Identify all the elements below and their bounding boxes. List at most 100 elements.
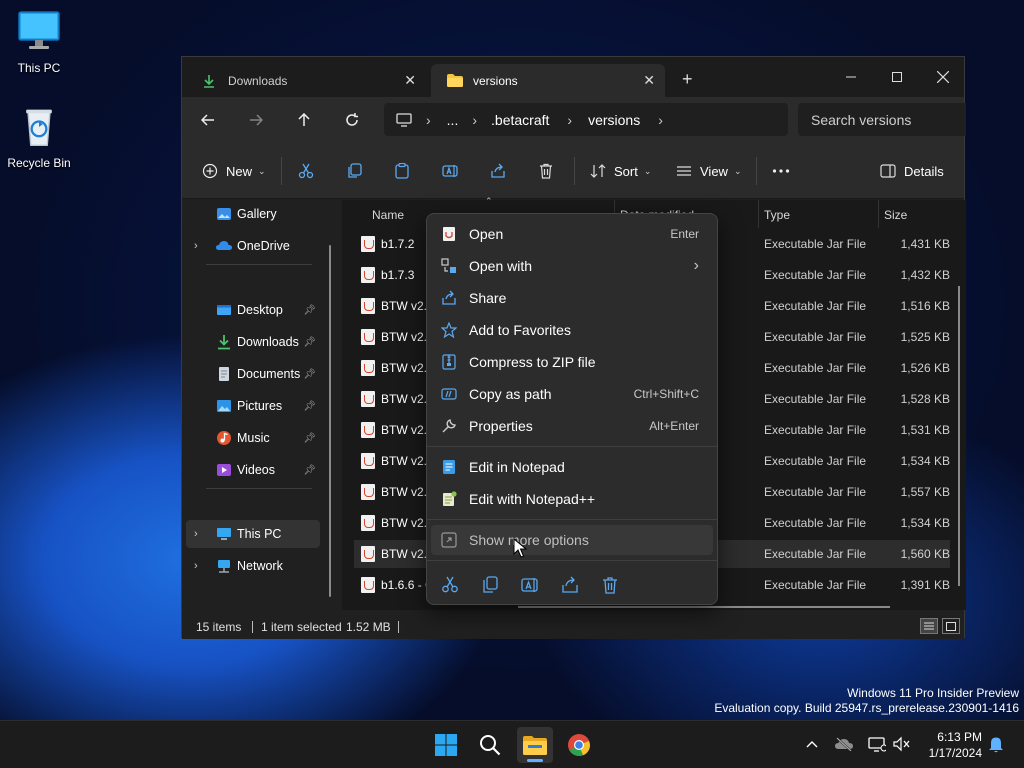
horizontal-scrollbar[interactable]: [518, 606, 890, 608]
file-type: Executable Jar File: [764, 237, 867, 251]
pin-icon[interactable]: 📌︎: [303, 337, 316, 348]
sort-button[interactable]: Sort ⌄: [590, 159, 651, 183]
sidebar-item-documents[interactable]: Documents 📌︎: [186, 360, 320, 388]
up-button[interactable]: [292, 108, 316, 132]
pin-icon[interactable]: 📌︎: [303, 369, 316, 380]
sidebar-item-downloads[interactable]: Downloads 📌︎: [186, 328, 320, 356]
column-header-name[interactable]: Name: [372, 204, 404, 226]
sidebar-item-gallery[interactable]: Gallery: [186, 200, 320, 228]
system-clock[interactable]: 6:13 PM 1/17/2024: [918, 729, 982, 761]
network-icon[interactable]: [868, 735, 886, 753]
menu-item-open[interactable]: Open Enter: [431, 219, 713, 249]
pin-icon[interactable]: 📌︎: [303, 401, 316, 412]
close-window-button[interactable]: [920, 63, 966, 91]
chevron-right-icon[interactable]: ›: [194, 528, 198, 540]
start-button[interactable]: [428, 727, 464, 763]
desktop-icon-recycle-bin[interactable]: Recycle Bin: [1, 105, 77, 170]
breadcrumb-betacraft[interactable]: .betacraft: [491, 112, 549, 128]
jar-file-icon: [441, 226, 457, 242]
jar-file-icon: [361, 267, 375, 283]
sidebar-item-music[interactable]: Music 📌︎: [186, 424, 320, 452]
more-options-button[interactable]: [772, 159, 790, 183]
new-button[interactable]: New ⌄: [202, 159, 266, 183]
menu-label: Edit with Notepad++: [469, 491, 596, 507]
rename-icon[interactable]: [521, 576, 539, 594]
forward-button[interactable]: [244, 108, 268, 132]
menu-item-add-to-favorites[interactable]: Add to Favorites: [431, 315, 713, 345]
view-list-icon: [677, 166, 691, 176]
sidebar-item-onedrive[interactable]: › OneDrive: [186, 232, 320, 260]
copy-icon[interactable]: [481, 576, 499, 594]
search-button[interactable]: [472, 727, 508, 763]
paste-button[interactable]: [394, 159, 410, 183]
nav-pane-scrollbar[interactable]: [329, 245, 331, 597]
cut-icon[interactable]: [441, 576, 459, 594]
rename-button[interactable]: [442, 159, 458, 183]
taskbar-chrome[interactable]: [561, 727, 597, 763]
path-breadcrumb[interactable]: › ... › .betacraft › versions ›: [384, 103, 788, 136]
details-pane-button[interactable]: Details: [880, 159, 944, 183]
file-type: Executable Jar File: [764, 268, 867, 282]
breadcrumb-versions[interactable]: versions: [588, 112, 640, 128]
sidebar-item-network[interactable]: › Network: [186, 552, 320, 580]
copy-path-icon: [441, 386, 457, 402]
pin-icon[interactable]: 📌︎: [303, 433, 316, 444]
menu-label: Share: [469, 290, 507, 306]
new-tab-button[interactable]: +: [682, 69, 693, 90]
desktop-icon-this-pc[interactable]: This PC: [1, 10, 77, 75]
menu-item-edit-with-notepad-plus-plus[interactable]: Edit with Notepad++: [431, 484, 713, 514]
close-tab-icon[interactable]: ✕: [404, 72, 416, 89]
minimize-button[interactable]: [828, 63, 874, 91]
chevron-up-icon[interactable]: [803, 735, 821, 753]
sidebar-item-desktop[interactable]: Desktop 📌︎: [186, 296, 320, 324]
pin-icon[interactable]: 📌︎: [303, 465, 316, 476]
chevron-right-icon[interactable]: ›: [194, 240, 198, 252]
taskbar-file-explorer[interactable]: [517, 727, 553, 763]
column-header-type[interactable]: Type: [764, 204, 790, 226]
pin-icon[interactable]: 📌︎: [303, 305, 316, 316]
menu-item-open-with[interactable]: Open with ›: [431, 251, 713, 281]
delete-button[interactable]: [538, 159, 554, 183]
cut-button[interactable]: [298, 159, 314, 183]
column-header-size[interactable]: Size: [884, 204, 907, 226]
vertical-scrollbar[interactable]: [958, 286, 960, 586]
zip-icon: [441, 354, 457, 370]
close-tab-icon[interactable]: ✕: [643, 72, 655, 89]
maximize-button[interactable]: [874, 63, 920, 91]
volume-muted-icon[interactable]: [893, 735, 911, 753]
file-size: 1,431 KB: [900, 237, 950, 251]
chevron-right-icon[interactable]: ›: [194, 560, 198, 572]
search-input[interactable]: Search versions: [798, 103, 966, 136]
menu-label: Compress to ZIP file: [469, 354, 596, 370]
tab-downloads[interactable]: Downloads ✕: [186, 64, 426, 97]
share-button[interactable]: [490, 159, 506, 183]
file-size: 1,528 KB: [900, 392, 950, 406]
sidebar-item-pictures[interactable]: Pictures 📌︎: [186, 392, 320, 420]
trash-icon[interactable]: [601, 576, 619, 594]
menu-item-show-more-options[interactable]: Show more options: [431, 525, 713, 555]
menu-item-share[interactable]: Share: [431, 283, 713, 313]
notification-bell-icon[interactable]: [987, 735, 1005, 753]
copy-button[interactable]: [346, 159, 362, 183]
view-button[interactable]: View ⌄: [676, 159, 742, 183]
status-bar: 15 items 1 item selected 1.52 MB: [182, 613, 964, 639]
file-size: 1,391 KB: [900, 578, 950, 592]
tiles-view-toggle[interactable]: [942, 618, 960, 634]
breadcrumb-overflow[interactable]: ...: [447, 112, 459, 128]
menu-item-properties[interactable]: Properties Alt+Enter: [431, 411, 713, 441]
sidebar-item-this-pc[interactable]: › This PC: [186, 520, 320, 548]
sidebar-item-videos[interactable]: Videos 📌︎: [186, 456, 320, 484]
back-button[interactable]: [196, 108, 220, 132]
sort-up-icon: ⌃: [485, 196, 493, 206]
refresh-button[interactable]: [340, 108, 364, 132]
onedrive-offline-icon[interactable]: [835, 735, 853, 753]
tab-versions[interactable]: versions ✕: [431, 64, 665, 97]
trash-icon: [540, 163, 552, 179]
menu-item-compress-zip[interactable]: Compress to ZIP file: [431, 347, 713, 377]
menu-item-edit-in-notepad[interactable]: Edit in Notepad: [431, 452, 713, 482]
search-icon: [480, 735, 501, 756]
download-icon: [218, 335, 230, 350]
menu-item-copy-as-path[interactable]: Copy as path Ctrl+Shift+C: [431, 379, 713, 409]
share-icon[interactable]: [561, 576, 579, 594]
details-view-toggle[interactable]: [920, 618, 938, 634]
